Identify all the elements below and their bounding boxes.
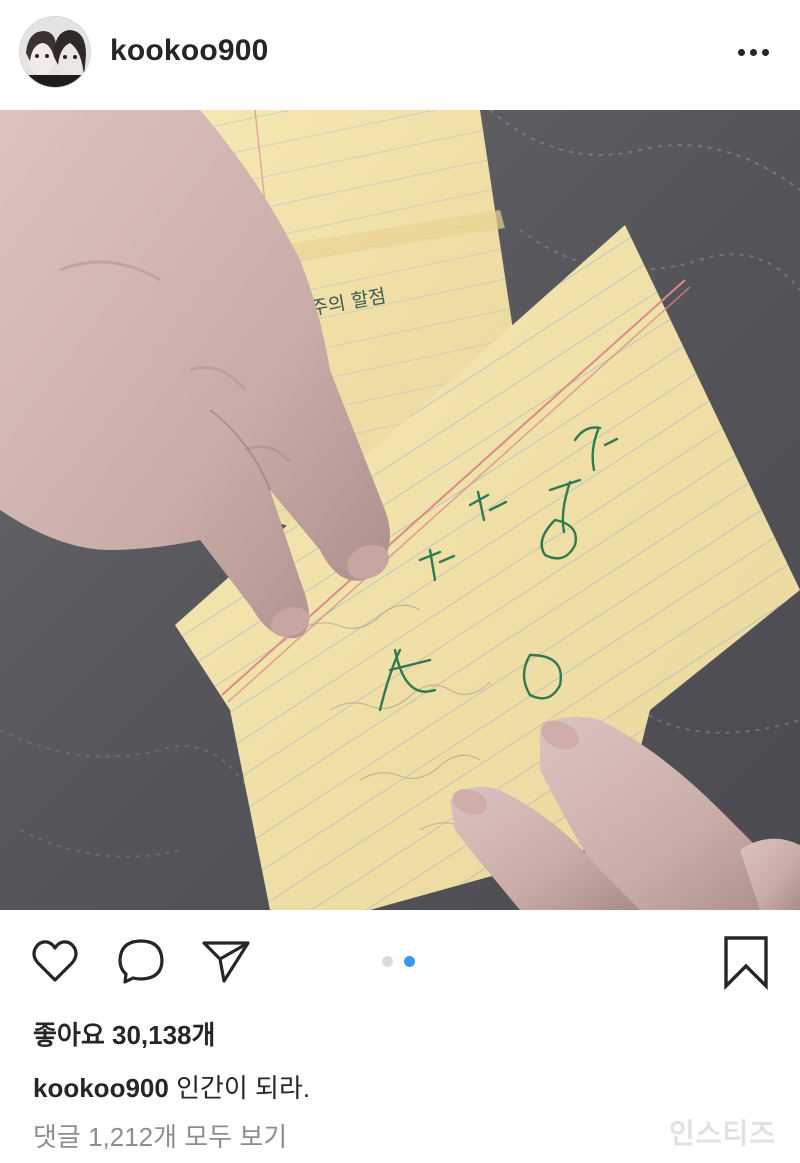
more-options-icon[interactable]	[730, 36, 778, 70]
bookmark-icon[interactable]	[720, 934, 772, 991]
caption-username[interactable]: kookoo900	[33, 1073, 169, 1103]
post-header: kookoo900	[0, 0, 800, 110]
avatar[interactable]	[20, 17, 90, 87]
caption: kookoo900 인간이 되라.	[33, 1068, 310, 1105]
post-photo[interactable]: 주의 할점	[0, 110, 800, 910]
carousel-dot-active	[404, 956, 415, 967]
carousel-dot	[382, 956, 393, 967]
view-all-comments-link[interactable]: 댓글 1,212개 모두 보기	[33, 1117, 287, 1154]
profile-avatar-icon	[20, 17, 90, 87]
caption-text: 인간이 되라.	[176, 1073, 311, 1103]
comment-icon[interactable]	[115, 936, 167, 986]
heart-icon[interactable]	[30, 936, 80, 986]
watermark: 인스티즈	[668, 1118, 776, 1149]
send-icon[interactable]	[200, 935, 252, 987]
post-username[interactable]: kookoo900	[110, 34, 269, 68]
likes-count[interactable]: 좋아요 30,138개	[33, 1015, 215, 1052]
post-photo-image: 주의 할점	[0, 110, 800, 910]
